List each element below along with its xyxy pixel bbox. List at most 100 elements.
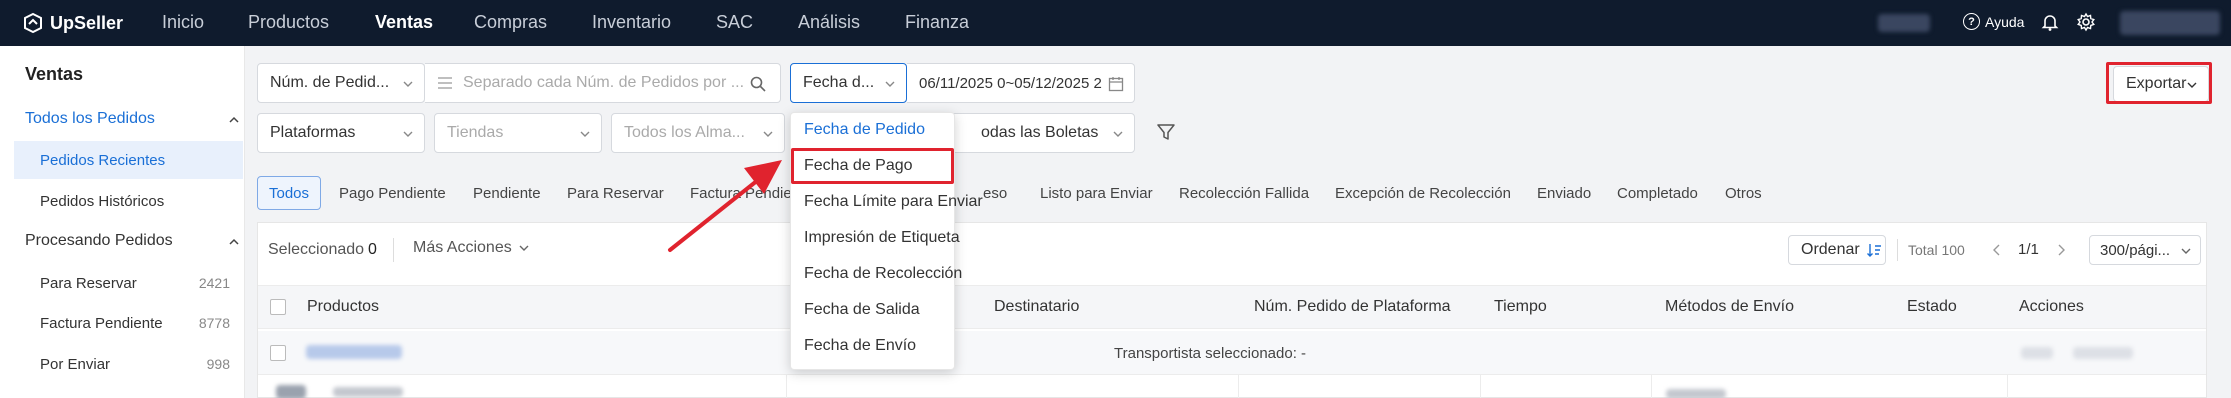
bell-icon[interactable] xyxy=(2040,12,2060,32)
sort-button[interactable]: Ordenar xyxy=(1788,235,1886,265)
chevron-down-icon xyxy=(403,81,413,87)
tab-todos[interactable]: Todos xyxy=(257,176,322,210)
sidebar-item-label: Para Reservar xyxy=(40,274,137,292)
annotation-arrow-icon xyxy=(668,160,782,252)
tab-para-reservar[interactable]: Para Reservar xyxy=(567,176,664,210)
tab-recoleccion-fallida[interactable]: Recolección Fallida xyxy=(1179,176,1309,210)
orders-toolbar: Seleccionado 0 Más Acciones Ordenar Tota… xyxy=(258,223,2206,277)
sidebar-item-label: Factura Pendiente xyxy=(40,314,163,332)
table-row-group-header: Transportista seleccionado: - xyxy=(258,331,2206,375)
tab-pendiente[interactable]: Pendiente xyxy=(473,176,541,210)
selected-label: Seleccionado xyxy=(268,241,365,258)
sidebar-item-pending-invoice[interactable]: Factura Pendiente 8778 xyxy=(14,304,243,342)
tab-otros[interactable]: Otros xyxy=(1725,176,1762,210)
per-page-value: 300/pági... xyxy=(2100,241,2171,259)
sort-label: Ordenar xyxy=(1801,241,1860,258)
dropdown-option-fecha-pedido[interactable]: Fecha de Pedido xyxy=(804,121,925,139)
help-label: Ayuda xyxy=(1985,13,2025,30)
upseller-logo[interactable]: UpSeller xyxy=(22,10,123,36)
sidebar-item-count: 8778 xyxy=(198,315,230,331)
blurred-row-action xyxy=(2073,347,2133,359)
more-actions-dropdown[interactable]: Más Acciones xyxy=(413,239,530,257)
nav-compras[interactable]: Compras xyxy=(474,12,547,33)
col-acciones: Acciones xyxy=(2019,298,2084,315)
order-number-field-select[interactable]: Núm. de Pedid... xyxy=(257,63,425,103)
blurred-account-info xyxy=(1878,14,1930,32)
gear-icon[interactable] xyxy=(2076,12,2096,32)
chevron-down-icon xyxy=(885,81,895,87)
table-row xyxy=(258,375,2206,398)
sidebar-group-all-orders[interactable]: Todos los Pedidos xyxy=(25,110,239,128)
column-divider xyxy=(1480,375,1481,398)
order-field-value: Núm. de Pedid... xyxy=(270,74,390,91)
platforms-select[interactable]: Plataformas xyxy=(257,113,425,153)
prev-page-icon[interactable] xyxy=(1991,243,2003,257)
column-divider xyxy=(1651,375,1652,398)
dropdown-option-impresion-etiqueta[interactable]: Impresión de Etiqueta xyxy=(804,229,960,247)
fecha-pago-highlight-box xyxy=(791,148,954,184)
dropdown-option-fecha-envio[interactable]: Fecha de Envío xyxy=(804,337,916,355)
col-estado: Estado xyxy=(1907,298,1957,315)
tab-en-proceso[interactable]: eso xyxy=(983,176,1007,210)
chevron-down-icon xyxy=(580,131,590,137)
sidebar-item-to-reserve[interactable]: Para Reservar 2421 xyxy=(14,264,243,302)
chevron-up-icon xyxy=(229,238,239,245)
nav-finanza[interactable]: Finanza xyxy=(905,12,969,33)
sidebar-group-label: Procesando Pedidos xyxy=(25,232,173,249)
orders-panel: Seleccionado 0 Más Acciones Ordenar Tota… xyxy=(257,222,2207,398)
nav-inventario[interactable]: Inventario xyxy=(592,12,671,33)
sidebar: Ventas Todos los Pedidos Pedidos Recient… xyxy=(0,46,245,398)
dropdown-option-fecha-recoleccion[interactable]: Fecha de Recolección xyxy=(804,265,962,283)
nav-inicio[interactable]: Inicio xyxy=(162,12,204,33)
help-link[interactable]: ? Ayuda xyxy=(1963,13,2024,30)
search-icon[interactable] xyxy=(750,76,766,92)
logo-text: UpSeller xyxy=(50,12,124,33)
tab-pago-pendiente[interactable]: Pago Pendiente xyxy=(339,176,446,210)
next-page-icon[interactable] xyxy=(2055,243,2067,257)
warehouses-select[interactable]: Todos los Alma... xyxy=(611,113,785,153)
col-num-pedido-plataforma: Núm. Pedido de Plataforma xyxy=(1254,298,1451,315)
col-productos: Productos xyxy=(307,298,380,315)
slips-select[interactable]: odas las Boletas xyxy=(930,113,1135,153)
dropdown-option-fecha-limite-enviar[interactable]: Fecha Límite para Enviar xyxy=(804,193,983,211)
selected-count: 0 xyxy=(368,241,377,258)
select-all-checkbox[interactable] xyxy=(270,299,286,315)
toolbar-divider xyxy=(1897,239,1898,261)
row-checkbox[interactable] xyxy=(270,345,286,361)
tab-listo-para-enviar[interactable]: Listo para Enviar xyxy=(1040,176,1153,210)
order-search-input[interactable]: Separado cada Núm. de Pedidos por ... xyxy=(425,63,781,103)
sidebar-item-recent-orders[interactable]: Pedidos Recientes xyxy=(14,141,243,179)
sort-icon xyxy=(1866,244,1881,257)
more-actions-label: Más Acciones xyxy=(413,239,512,256)
tab-excepcion-recoleccion[interactable]: Excepción de Recolección xyxy=(1335,176,1511,210)
dropdown-option-fecha-salida[interactable]: Fecha de Salida xyxy=(804,301,920,319)
sidebar-item-count: 2421 xyxy=(198,275,230,291)
chevron-down-icon xyxy=(2181,248,2191,254)
tab-enviado[interactable]: Enviado xyxy=(1537,176,1591,210)
sidebar-item-to-ship[interactable]: Por Enviar 998 xyxy=(14,345,243,383)
page-indicator: 1/1 xyxy=(2018,241,2039,258)
blurred-product-text xyxy=(333,387,403,397)
stores-placeholder: Tiendas xyxy=(447,124,504,141)
nav-sac[interactable]: SAC xyxy=(716,12,753,33)
blurred-user-menu[interactable] xyxy=(2120,11,2220,35)
calendar-icon xyxy=(1108,77,1124,92)
nav-analisis[interactable]: Análisis xyxy=(798,12,860,33)
sidebar-item-historical-orders[interactable]: Pedidos Históricos xyxy=(14,182,243,220)
tab-completado[interactable]: Completado xyxy=(1617,176,1698,210)
nav-ventas[interactable]: Ventas xyxy=(375,12,433,33)
sidebar-item-label: Pedidos Recientes xyxy=(40,151,166,169)
column-divider xyxy=(1238,375,1239,398)
filter-icon[interactable] xyxy=(1156,122,1176,142)
nav-productos[interactable]: Productos xyxy=(248,12,329,33)
col-metodos-envio: Métodos de Envío xyxy=(1665,298,1794,315)
top-navigation-bar: UpSeller Inicio Productos Ventas Compras… xyxy=(0,0,2231,46)
sidebar-group-processing[interactable]: Procesando Pedidos xyxy=(25,232,239,250)
sidebar-item-count: 998 xyxy=(206,356,230,372)
date-range-picker[interactable]: 06/11/2025 0~05/12/2025 2 xyxy=(907,63,1135,103)
date-type-value: Fecha d... xyxy=(803,74,875,91)
per-page-select[interactable]: 300/pági... xyxy=(2089,235,2201,265)
stores-select[interactable]: Tiendas xyxy=(434,113,602,153)
date-type-select[interactable]: Fecha d... xyxy=(790,63,907,103)
blurred-package-id[interactable] xyxy=(306,345,402,359)
